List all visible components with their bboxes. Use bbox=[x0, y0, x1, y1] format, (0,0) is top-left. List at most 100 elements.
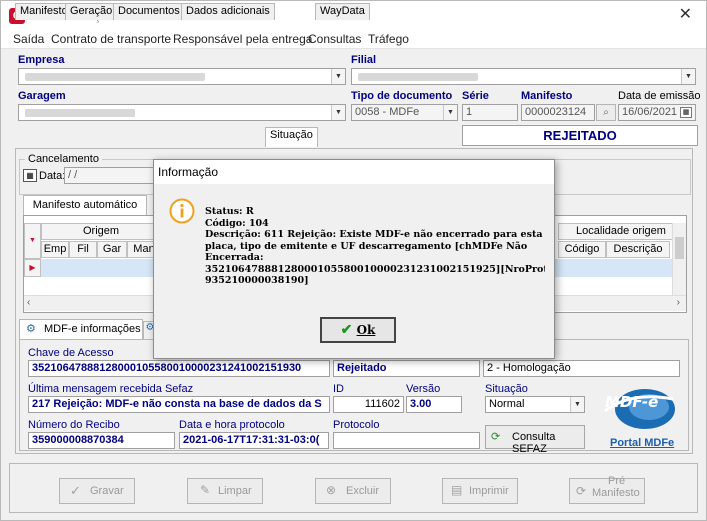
chevron-down-icon[interactable]: ▼ bbox=[331, 105, 345, 120]
pre-manifesto-label-2: Manifesto bbox=[592, 487, 640, 499]
excluir-label: Excluir bbox=[346, 485, 380, 497]
mdfe-logo[interactable]: MDF-e bbox=[601, 381, 679, 433]
portal-mdfe-link[interactable]: Portal MDFe bbox=[610, 437, 674, 449]
ambiente-field[interactable]: 2 - Homologação bbox=[483, 360, 680, 377]
versao-field[interactable]: 3.00 bbox=[406, 396, 462, 413]
scroll-right-icon[interactable]: › bbox=[677, 297, 680, 308]
pre-manifesto-button[interactable]: ⟳ Pré Manifesto bbox=[569, 475, 645, 504]
check-icon: ✓ bbox=[70, 483, 81, 498]
situacao-sefaz-field[interactable]: Rejeitado bbox=[333, 360, 480, 377]
limpar-label: Limpar bbox=[218, 485, 252, 497]
menu-contrato[interactable]: Contrato de transporte bbox=[51, 32, 171, 46]
tab-geracao[interactable]: Geração bbox=[65, 3, 118, 20]
situacao-label: Situação bbox=[485, 383, 528, 395]
dialog-line: placa, tipo de emitente e UF descarregam… bbox=[205, 240, 528, 252]
consulta-sefaz-label: Consulta SEFAZ bbox=[512, 431, 556, 455]
chevron-down-icon[interactable]: ▼ bbox=[681, 69, 695, 84]
datahora-field[interactable]: 2021-06-17T17:31:31-03:0( bbox=[179, 432, 329, 449]
sort-arrow-icon[interactable]: ▼ bbox=[24, 223, 41, 259]
data-emissao-label: Data de emissão bbox=[618, 90, 701, 102]
grid-col-codigo[interactable]: Código bbox=[558, 241, 606, 258]
tab-documentos[interactable]: Documentos bbox=[113, 3, 185, 20]
recibo-label: Número do Recibo bbox=[28, 419, 120, 431]
gravar-button[interactable]: ✓ Gravar bbox=[59, 478, 135, 504]
empresa-redacted bbox=[25, 73, 205, 81]
tab-dados-adicionais[interactable]: Dados adicionais bbox=[181, 3, 275, 20]
calendar-icon[interactable]: ▦ bbox=[23, 169, 37, 182]
chevron-down-icon[interactable]: ▼ bbox=[331, 69, 345, 84]
menu-saida[interactable]: Saída bbox=[13, 32, 44, 46]
empresa-select[interactable]: ▼ bbox=[18, 68, 346, 85]
row-pointer-icon: ▶ bbox=[24, 259, 41, 277]
tipo-documento-select[interactable]: 0058 - MDFe ▼ bbox=[351, 104, 458, 121]
cancelamento-data-label: Data: bbox=[39, 170, 66, 182]
serie-label: Série bbox=[462, 90, 489, 102]
scroll-thumb[interactable] bbox=[675, 237, 684, 259]
ultima-mensagem-field[interactable]: 217 Rejeição: MDF-e não consta na base d… bbox=[28, 396, 330, 413]
filial-select[interactable]: ▼ bbox=[351, 68, 696, 85]
manifesto-label: Manifesto bbox=[521, 90, 573, 102]
check-icon: ✔ bbox=[340, 322, 353, 338]
chave-field[interactable]: 3521064788812800010558001000023124100215… bbox=[28, 360, 330, 377]
grid-vertical-scrollbar[interactable] bbox=[672, 223, 686, 295]
cancelamento-title: Cancelamento bbox=[25, 153, 102, 165]
excluir-button[interactable]: ⊗ Excluir bbox=[315, 478, 391, 504]
recibo-field[interactable]: 359000008870384 bbox=[28, 432, 175, 449]
gear-icon: ⚙ bbox=[26, 323, 36, 335]
serie-field[interactable]: 1 bbox=[462, 104, 518, 121]
subtab-manifesto-automatico[interactable]: Manifesto automático bbox=[23, 195, 147, 215]
dialog-line: 935210000038190] bbox=[205, 275, 309, 286]
grid-group-origem: Origem bbox=[41, 223, 161, 240]
menu-consultas[interactable]: Consultas bbox=[308, 32, 361, 46]
cancelamento-data-field[interactable]: / / bbox=[64, 167, 154, 184]
consulta-sefaz-button[interactable]: ⟳ Consulta SEFAZ bbox=[485, 425, 585, 455]
situacao-select[interactable]: Normal ▼ bbox=[485, 396, 585, 413]
id-field[interactable]: 111602 bbox=[333, 396, 404, 413]
tipo-documento-value: 0058 - MDFe bbox=[355, 106, 420, 118]
scroll-left-icon[interactable]: ‹ bbox=[27, 297, 30, 308]
menu-responsavel[interactable]: Responsável pela entrega bbox=[173, 32, 312, 46]
tab-situacao[interactable]: Situação bbox=[265, 127, 318, 147]
grid-col-fil[interactable]: Fil bbox=[69, 241, 97, 258]
limpar-button[interactable]: ✎ Limpar bbox=[187, 478, 263, 504]
menu-bar: Saída Contrato de transporte Responsável… bbox=[1, 31, 706, 49]
delete-icon: ⊗ bbox=[326, 483, 337, 497]
protocolo-label: Protocolo bbox=[333, 419, 380, 431]
ultima-mensagem-label: Última mensagem recebida Sefaz bbox=[28, 383, 194, 395]
chevron-down-icon[interactable]: ▼ bbox=[443, 105, 457, 120]
menu-trafego[interactable]: Tráfego bbox=[368, 32, 409, 46]
grid-col-emp[interactable]: Emp bbox=[41, 241, 69, 258]
dialog-title: Informação bbox=[158, 165, 219, 179]
chave-label: Chave de Acesso bbox=[28, 347, 114, 359]
tab-waydata[interactable]: WayData bbox=[315, 3, 370, 20]
ok-button[interactable]: ✔ Ok bbox=[320, 317, 396, 343]
dialog-title-bar: Informação bbox=[154, 160, 554, 184]
garagem-select[interactable]: ▼ bbox=[18, 104, 346, 121]
binoculars-icon[interactable]: ⌕ bbox=[596, 104, 616, 121]
calendar-icon[interactable]: ▦ bbox=[680, 107, 692, 118]
dialog-line: Descrição: 611 Rejeição: Existe MDF-e nã… bbox=[205, 229, 543, 240]
manifesto-field[interactable]: 0000023124 bbox=[521, 104, 595, 121]
empresa-label: Empresa bbox=[18, 54, 65, 66]
chevron-down-icon[interactable]: ▼ bbox=[570, 397, 584, 412]
tipo-documento-label: Tipo de documento bbox=[351, 90, 453, 102]
info-dialog: Informação Status: R Código: 104 Descriç… bbox=[153, 159, 555, 359]
imprimir-button[interactable]: ▤ Imprimir bbox=[442, 478, 518, 504]
refresh-icon: ⟳ bbox=[491, 431, 501, 443]
protocolo-field[interactable] bbox=[333, 432, 480, 449]
close-icon[interactable]: ✕ bbox=[679, 6, 692, 24]
refresh-icon: ⟳ bbox=[576, 484, 587, 498]
dialog-message: Status: R Código: 104 Descrição: 611 Rej… bbox=[205, 206, 545, 287]
printer-icon: ▤ bbox=[451, 483, 463, 497]
filial-label: Filial bbox=[351, 54, 377, 66]
garagem-redacted bbox=[25, 109, 135, 117]
tab-mdfe-informacoes[interactable]: ⚙ MDF-e informações bbox=[19, 319, 143, 339]
dialog-line: Código: 104 bbox=[205, 217, 269, 229]
info-icon bbox=[169, 198, 195, 224]
grid-col-gar[interactable]: Gar bbox=[97, 241, 127, 258]
eraser-icon: ✎ bbox=[200, 483, 211, 497]
grid-group-localidade: Localidade origem bbox=[558, 223, 684, 240]
pre-manifesto-label-1: Pré bbox=[608, 475, 626, 487]
filial-redacted bbox=[358, 73, 478, 81]
grid-col-descricao[interactable]: Descrição bbox=[606, 241, 670, 258]
